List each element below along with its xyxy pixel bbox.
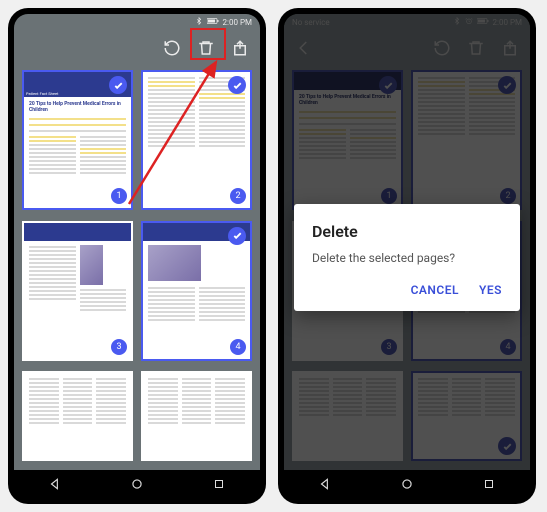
export-button[interactable] bbox=[228, 36, 252, 60]
screen-left: 2:00 PM bbox=[14, 14, 260, 470]
phone-frame-right: No service 2:00 PM bbox=[278, 8, 536, 504]
doc-title: 20 Tips to Help Prevent Medical Errors i… bbox=[29, 101, 126, 113]
page-thumb-5[interactable] bbox=[22, 371, 133, 461]
status-bar: 2:00 PM bbox=[14, 14, 260, 30]
dialog-body: Delete the selected pages? bbox=[312, 251, 502, 265]
page-thumb-3[interactable]: 3 bbox=[22, 221, 133, 361]
android-navbar bbox=[284, 470, 530, 498]
screen-right: No service 2:00 PM bbox=[284, 14, 530, 470]
cancel-button[interactable]: CANCEL bbox=[411, 283, 459, 297]
confirm-button[interactable]: YES bbox=[479, 283, 502, 297]
page-thumb-4[interactable]: 4 bbox=[141, 221, 252, 361]
page-thumb-6[interactable] bbox=[141, 371, 252, 461]
nav-recent-button[interactable] bbox=[209, 474, 229, 494]
page-grid: Patient Fact Sheet 20 Tips to Help Preve… bbox=[14, 66, 260, 470]
page-thumb-1[interactable]: Patient Fact Sheet 20 Tips to Help Preve… bbox=[22, 70, 133, 210]
selected-check-icon bbox=[228, 76, 246, 94]
bluetooth-icon bbox=[195, 17, 203, 27]
rotate-button[interactable] bbox=[160, 36, 184, 60]
page-number-badge: 1 bbox=[111, 188, 127, 204]
toolbar bbox=[14, 30, 260, 66]
nav-back-button[interactable] bbox=[315, 474, 335, 494]
delete-dialog: Delete Delete the selected pages? CANCEL… bbox=[294, 204, 520, 311]
status-time: 2:00 PM bbox=[223, 18, 252, 27]
nav-recent-button[interactable] bbox=[479, 474, 499, 494]
selected-check-icon bbox=[109, 76, 127, 94]
page-number-badge: 4 bbox=[230, 339, 246, 355]
android-navbar bbox=[14, 470, 260, 498]
selected-check-icon bbox=[228, 227, 246, 245]
dialog-actions: CANCEL YES bbox=[312, 283, 502, 303]
page-thumb-2[interactable]: 2 bbox=[141, 70, 252, 210]
status-right: 2:00 PM bbox=[195, 17, 252, 27]
nav-back-button[interactable] bbox=[45, 474, 65, 494]
dialog-title: Delete bbox=[312, 222, 502, 241]
phone-frame-left: 2:00 PM bbox=[8, 8, 266, 504]
page-number-badge: 2 bbox=[230, 188, 246, 204]
page-number-badge: 3 bbox=[111, 339, 127, 355]
battery-icon bbox=[207, 17, 219, 27]
nav-home-button[interactable] bbox=[127, 474, 147, 494]
nav-home-button[interactable] bbox=[397, 474, 417, 494]
delete-button[interactable] bbox=[194, 36, 218, 60]
